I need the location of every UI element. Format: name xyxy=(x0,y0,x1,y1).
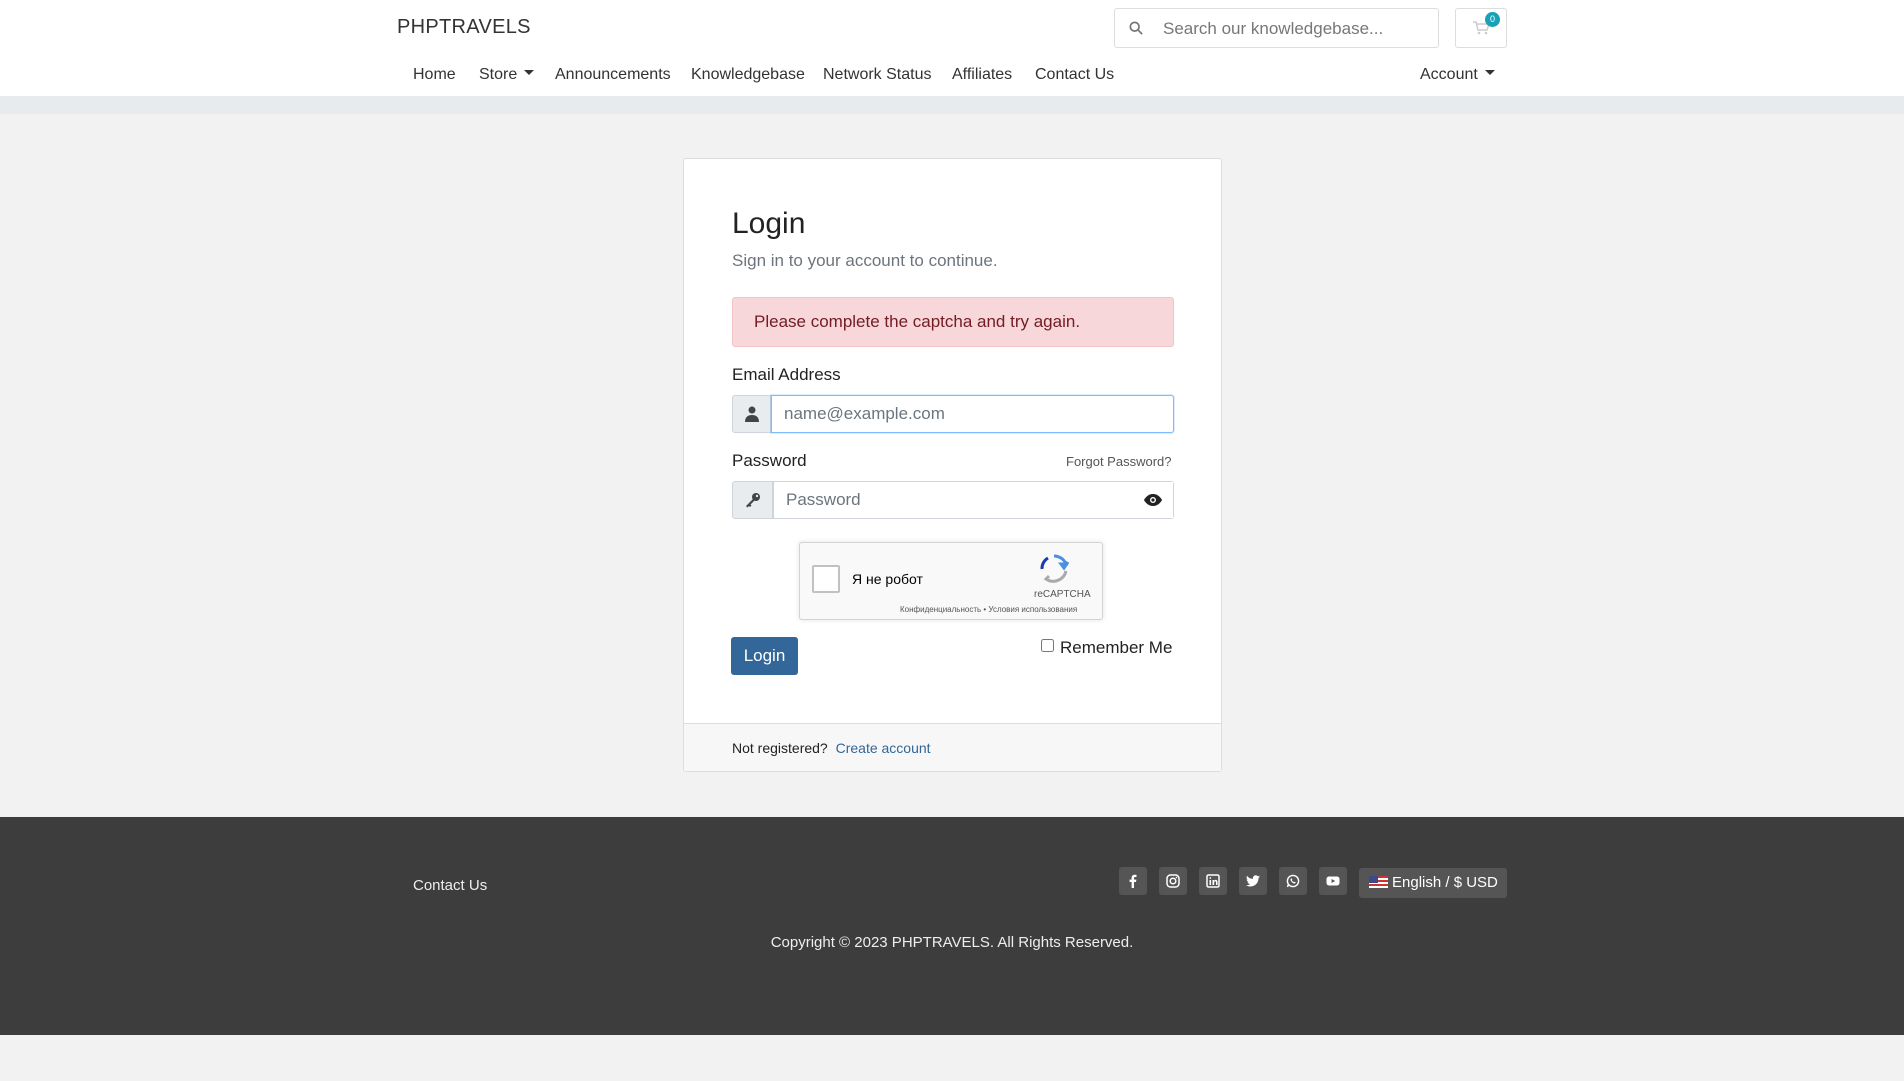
not-registered-text: Not registered? xyxy=(732,740,828,756)
recaptcha-icon xyxy=(1038,553,1070,590)
chevron-down-icon xyxy=(1484,70,1495,76)
linkedin-icon[interactable] xyxy=(1199,867,1227,895)
nav-home[interactable]: Home xyxy=(413,66,456,84)
remember-me-label: Remember Me xyxy=(1060,638,1173,657)
footer-contact-link[interactable]: Contact Us xyxy=(413,877,487,894)
nav-store[interactable]: Store xyxy=(479,66,535,84)
nav-account-label: Account xyxy=(1420,66,1478,83)
password-field[interactable] xyxy=(773,481,1174,519)
brand-logo[interactable]: PHPTRAVELS xyxy=(397,16,531,39)
remember-me-checkbox[interactable] xyxy=(1041,639,1054,653)
whatsapp-icon[interactable] xyxy=(1279,867,1307,895)
nav-store-label: Store xyxy=(479,66,518,83)
cart-button[interactable]: 0 xyxy=(1455,8,1507,48)
captcha-terms-links[interactable]: Конфиденциальность • Условия использован… xyxy=(900,605,1077,614)
language-currency-button[interactable]: English / $ USD xyxy=(1359,868,1507,898)
remember-me[interactable]: Remember Me xyxy=(1041,638,1172,658)
us-flag-icon xyxy=(1369,876,1388,889)
main-nav: Home Store Announcements Knowledgebase N… xyxy=(0,56,1904,96)
header-divider xyxy=(0,96,1904,114)
email-label: Email Address xyxy=(732,365,841,384)
password-label: Password xyxy=(732,451,807,470)
login-button[interactable]: Login xyxy=(731,637,798,675)
password-input-group xyxy=(732,481,1174,519)
nav-knowledgebase[interactable]: Knowledgebase xyxy=(691,66,805,84)
search-icon xyxy=(1129,21,1145,37)
top-header: PHPTRAVELS 0 Home Store Announcements Kn… xyxy=(0,0,1904,96)
email-input-group xyxy=(732,395,1174,433)
card-footer: Not registered? Create account xyxy=(684,723,1221,771)
recaptcha-widget: Я не робот reCAPTCHA Конфиденциальность … xyxy=(799,542,1103,620)
captcha-checkbox[interactable] xyxy=(812,565,840,593)
key-icon xyxy=(732,481,773,519)
nav-network-status[interactable]: Network Status xyxy=(823,66,931,84)
search-input[interactable] xyxy=(1163,15,1428,43)
show-password-button[interactable] xyxy=(1133,482,1173,518)
nav-affiliates[interactable]: Affiliates xyxy=(952,66,1012,84)
nav-announcements[interactable]: Announcements xyxy=(555,66,671,84)
user-icon xyxy=(732,395,771,433)
youtube-icon[interactable] xyxy=(1319,867,1347,895)
site-footer: Contact Us English / $ USD Copyright © 2… xyxy=(0,817,1904,1035)
email-field[interactable] xyxy=(771,395,1174,433)
captcha-label: Я не робот xyxy=(852,571,923,587)
copyright-text: Copyright © 2023 PHPTRAVELS. All Rights … xyxy=(770,934,1134,951)
facebook-icon[interactable] xyxy=(1119,867,1147,895)
chevron-down-icon xyxy=(524,70,535,76)
twitter-icon[interactable] xyxy=(1239,867,1267,895)
create-account-link[interactable]: Create account xyxy=(836,740,931,756)
nav-account[interactable]: Account xyxy=(1420,66,1495,84)
page-subtitle: Sign in to your account to continue. xyxy=(732,251,998,270)
forgot-password-link[interactable]: Forgot Password? xyxy=(1066,454,1172,469)
eye-icon xyxy=(1144,494,1162,506)
nav-contact-us[interactable]: Contact Us xyxy=(1035,66,1114,84)
knowledgebase-search[interactable] xyxy=(1114,8,1439,48)
instagram-icon[interactable] xyxy=(1159,867,1187,895)
captcha-error-alert: Please complete the captcha and try agai… xyxy=(732,297,1174,347)
language-label: English / $ USD xyxy=(1392,874,1498,891)
cart-count-badge: 0 xyxy=(1485,12,1500,27)
captcha-brand: reCAPTCHA xyxy=(1034,589,1091,600)
page-title: Login xyxy=(732,207,806,240)
